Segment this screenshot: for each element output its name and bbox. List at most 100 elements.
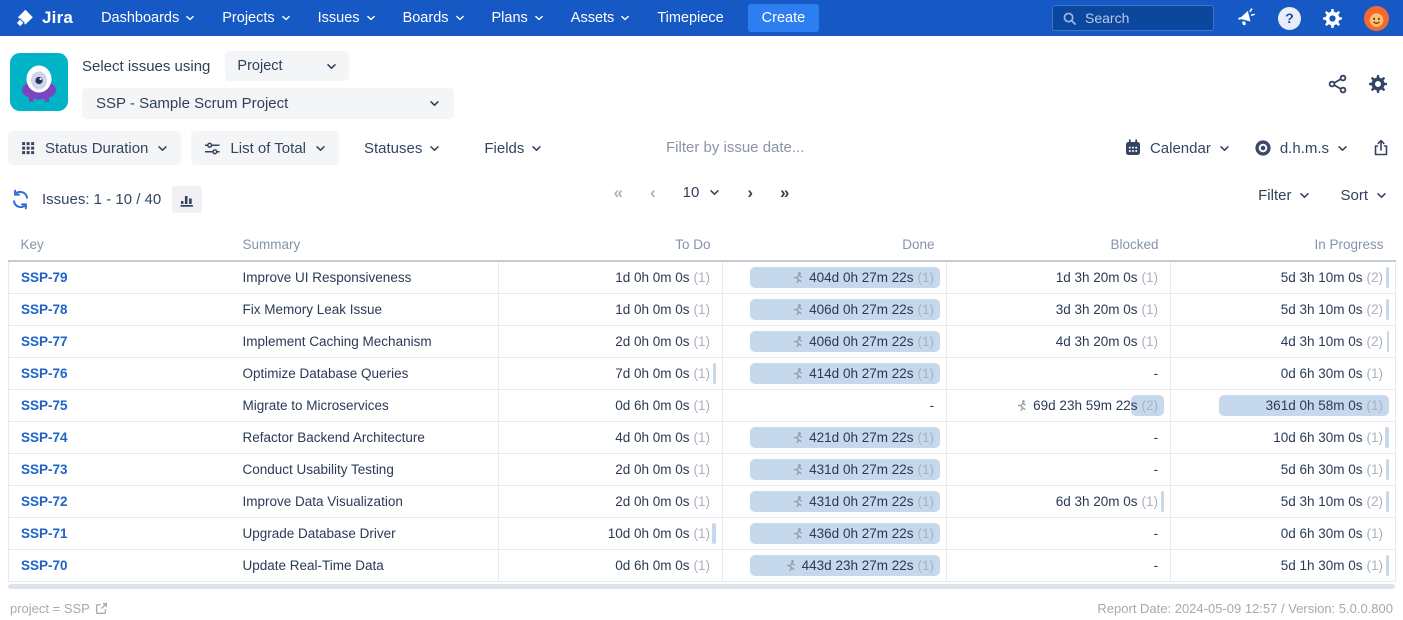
duration-cell-todo: 2d 0h 0m 0s(1): [499, 453, 723, 485]
nav-item-plans[interactable]: Plans: [492, 10, 544, 26]
duration-cell-in-progress: 10d 6h 30m 0s(1): [1171, 421, 1396, 453]
key-cell: SSP-70: [9, 549, 231, 581]
issue-key-link[interactable]: SSP-71: [21, 526, 68, 541]
nav-item-projects[interactable]: Projects: [222, 10, 290, 26]
duration-cell-blocked: -: [947, 517, 1171, 549]
duration-value: 4d 0h 0m 0s: [615, 430, 689, 445]
help-icon[interactable]: ?: [1278, 7, 1301, 30]
jql-link[interactable]: project = SSP: [10, 601, 108, 616]
duration-value: 3d 3h 20m 0s: [1056, 302, 1138, 317]
settings-icon[interactable]: [1322, 8, 1343, 29]
duration-text: 6d 3h 20m 0s (1): [959, 494, 1158, 509]
duration-text: 3d 3h 20m 0s(1): [959, 302, 1158, 317]
duration-count: (1): [918, 526, 935, 541]
chevron-down-icon: [429, 143, 440, 154]
duration-bar: [1386, 299, 1389, 320]
issue-key-link[interactable]: SSP-77: [21, 334, 68, 349]
last-page-button[interactable]: »: [780, 184, 789, 201]
report-type-button[interactable]: Status Duration: [8, 131, 181, 165]
page-size-select[interactable]: 10: [683, 184, 721, 201]
filter-button[interactable]: Filter: [1258, 187, 1310, 204]
next-page-button[interactable]: ›: [747, 184, 753, 201]
duration-text: 0d 6h 0m 0s(1): [511, 398, 710, 413]
share-icon[interactable]: [1328, 74, 1348, 94]
issue-key-link[interactable]: SSP-72: [21, 494, 68, 509]
running-status-icon: [784, 559, 797, 572]
external-link-icon: [95, 602, 108, 615]
refresh-icon[interactable]: [10, 189, 31, 210]
duration-text: 0d 6h 30m 0s(1): [1183, 526, 1383, 541]
report-settings-icon[interactable]: [1368, 74, 1388, 94]
issue-summary: Upgrade Database Driver: [231, 517, 499, 549]
sort-button[interactable]: Sort: [1340, 187, 1387, 204]
issue-source-select[interactable]: Project: [225, 51, 349, 81]
fields-button[interactable]: Fields: [475, 131, 551, 165]
running-status-icon: [791, 463, 804, 476]
duration-text: 421d 0h 27m 22s(1): [735, 430, 934, 445]
chart-view-button[interactable]: [172, 186, 202, 213]
statuses-button[interactable]: Statuses: [355, 131, 449, 165]
key-cell: SSP-72: [9, 485, 231, 517]
table-row: SSP-71 Upgrade Database Driver 10d 0h 0m 0…: [9, 517, 1396, 549]
calendar-button[interactable]: Calendar: [1124, 139, 1230, 157]
select-issues-label: Select issues using: [82, 58, 210, 75]
announcements-icon[interactable]: [1235, 7, 1257, 29]
nav-item-boards[interactable]: Boards: [403, 10, 465, 26]
nav-item-assets[interactable]: Assets: [571, 10, 631, 26]
duration-text: 10d 0h 0m 0s(1): [511, 526, 710, 541]
issue-key-link[interactable]: SSP-75: [21, 398, 68, 413]
timepiece-app-icon: [10, 53, 68, 111]
duration-count: (1): [1367, 366, 1384, 381]
duration-cell-done: 406d 0h 27m 22s(1): [723, 325, 947, 357]
duration-text: 10d 6h 30m 0s(1): [1183, 430, 1383, 445]
duration-value: 2d 0h 0m 0s: [615, 494, 689, 509]
running-status-icon: [791, 303, 804, 316]
duration-value: 0d 6h 30m 0s: [1281, 526, 1363, 541]
create-button[interactable]: Create: [748, 4, 820, 32]
issue-key-link[interactable]: SSP-78: [21, 302, 68, 317]
duration-value: 6d 3h 20m 0s: [1056, 494, 1138, 509]
time-format-button[interactable]: d.h.m.s: [1254, 139, 1348, 157]
sort-label: Sort: [1340, 187, 1368, 204]
fields-label: Fields: [484, 140, 524, 157]
duration-count: (1): [694, 398, 711, 413]
duration-count: (2): [1367, 302, 1384, 317]
grid-icon: [21, 141, 36, 156]
user-avatar[interactable]: [1364, 6, 1389, 31]
issue-key-link[interactable]: SSP-74: [21, 430, 68, 445]
project-select[interactable]: SSP - Sample Scrum Project: [82, 88, 454, 119]
prev-page-button[interactable]: ‹: [650, 184, 656, 201]
table-row: SSP-78Fix Memory Leak Issue1d 0h 0m 0s(1…: [9, 293, 1396, 325]
duration-value: 5d 3h 10m 0s: [1281, 270, 1363, 285]
duration-value: 10d 0h 0m 0s: [608, 526, 690, 541]
issue-key-link[interactable]: SSP-70: [21, 558, 68, 573]
duration-text: 443d 23h 27m 22s(1): [735, 558, 934, 573]
report-type-label: Status Duration: [45, 140, 148, 157]
issue-key-link[interactable]: SSP-79: [21, 270, 68, 285]
chevron-down-icon: [429, 98, 440, 109]
duration-cell-done: 404d 0h 27m 22s(1): [723, 261, 947, 293]
duration-text: 414d 0h 27m 22s(1): [735, 366, 934, 381]
nav-item-timepiece[interactable]: Timepiece: [657, 10, 723, 26]
nav-item-issues[interactable]: Issues: [318, 10, 376, 26]
issue-key-link[interactable]: SSP-76: [21, 366, 68, 381]
duration-text: 361d 0h 58m 0s(1): [1183, 398, 1383, 413]
export-icon[interactable]: [1372, 139, 1390, 157]
view-mode-label: List of Total: [230, 140, 306, 157]
duration-count: (1): [1142, 270, 1159, 285]
duration-count: (1): [1142, 494, 1159, 509]
issue-key-link[interactable]: SSP-73: [21, 462, 68, 477]
view-mode-button[interactable]: List of Total: [191, 131, 339, 165]
filter-label: Filter: [1258, 187, 1291, 204]
issue-summary: Optimize Database Queries: [231, 357, 499, 389]
jira-logo[interactable]: Jira: [14, 8, 73, 29]
jira-brand-text: Jira: [42, 8, 73, 28]
first-page-button[interactable]: «: [614, 184, 623, 201]
duration-value: -: [1154, 558, 1159, 573]
duration-cell-in-progress: 0d 6h 30m 0s(1): [1171, 517, 1396, 549]
nav-item-dashboards[interactable]: Dashboards: [101, 10, 195, 26]
issue-date-filter-input[interactable]: Filter by issue date...: [666, 139, 804, 156]
nav-search-input[interactable]: Search: [1052, 5, 1214, 31]
duration-value: 7d 0h 0m 0s: [615, 366, 689, 381]
chevron-down-icon: [709, 187, 720, 198]
